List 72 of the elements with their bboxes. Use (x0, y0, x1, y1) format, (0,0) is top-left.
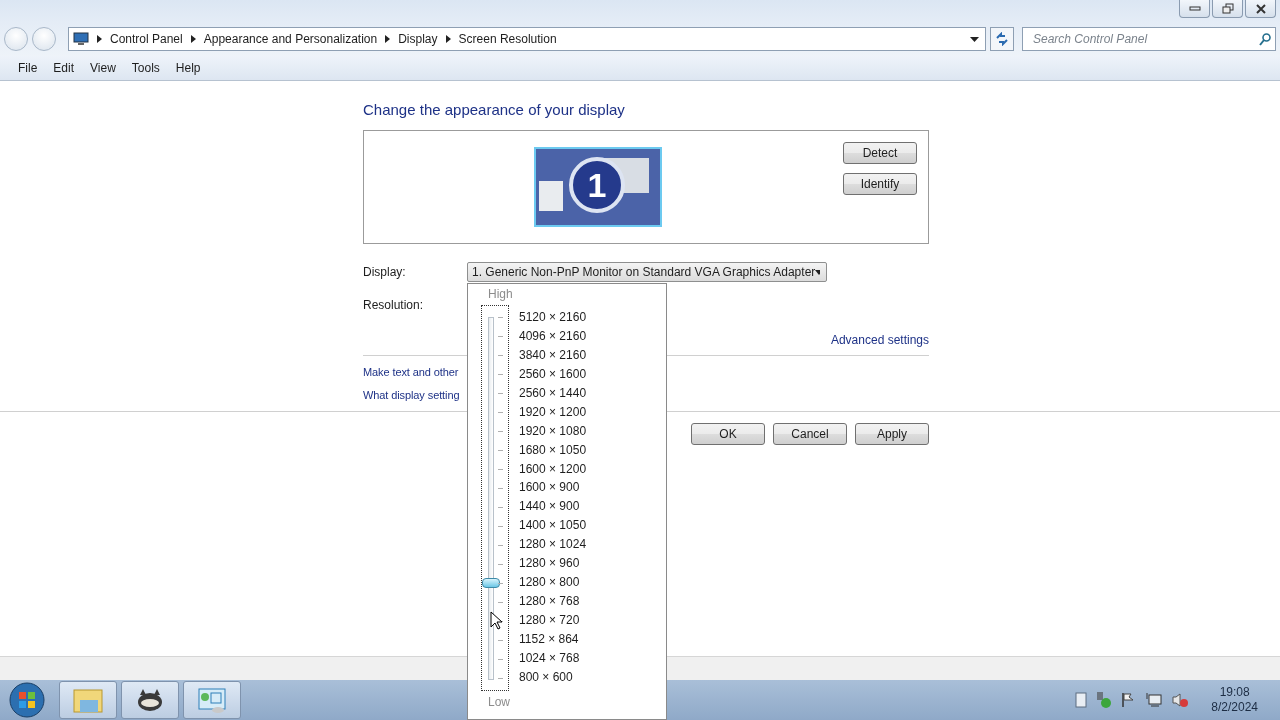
help-link[interactable]: Make text and other (363, 366, 459, 378)
dialog-button[interactable]: Apply (855, 423, 929, 445)
resolution-option[interactable]: 2560 × 1600 (519, 364, 587, 384)
chevron-icon (190, 35, 196, 43)
resolution-option[interactable]: 1280 × 768 (519, 592, 587, 611)
chevron-icon (445, 35, 451, 43)
display-dropdown[interactable]: 1. Generic Non-PnP Monitor on Standard VGA Graphics Adapter (467, 262, 827, 282)
resolution-option[interactable]: 1152 × 864 (519, 629, 587, 649)
caret-icon (815, 269, 820, 275)
resolution-option[interactable]: 4096 × 2160 (519, 326, 587, 346)
resolution-option[interactable]: 5120 × 2160 (519, 308, 587, 327)
minimize-icon (1188, 5, 1201, 12)
document-icon[interactable] (1075, 692, 1088, 708)
address-bar[interactable]: Control Panel Appearance and Personalization Display Screen Resolution (68, 27, 986, 51)
chevron-icon (385, 35, 391, 43)
monitor-drawing[interactable]: 1 (534, 147, 662, 227)
breadcrumb-item[interactable]: Control Panel (110, 32, 183, 46)
resolution-option[interactable]: 1920 × 1200 (519, 402, 587, 422)
menu-item[interactable]: Tools (131, 61, 160, 75)
close-button[interactable] (1245, 0, 1276, 18)
resolution-option[interactable]: 1440 × 900 (519, 497, 587, 517)
refresh-button[interactable] (990, 27, 1014, 51)
page-heading: Change the appearance of your display (363, 101, 626, 118)
clock-date: 8/2/2024 (1211, 700, 1258, 715)
close-icon (1254, 3, 1267, 14)
menu-item[interactable]: File (18, 61, 38, 75)
monitor-button[interactable]: Detect (843, 142, 917, 164)
dialog-button[interactable]: Cancel (773, 423, 847, 445)
monitor-button[interactable]: Identify (843, 173, 917, 195)
chevron-icon (97, 35, 102, 43)
resolution-option[interactable]: 1280 × 800 (519, 573, 587, 593)
breadcrumb-item[interactable]: Screen Resolution (458, 32, 557, 46)
resolution-option[interactable]: 3840 × 2160 (519, 345, 587, 365)
search-box[interactable]: Search Control Panel (1022, 27, 1276, 51)
resolution-option[interactable]: 2560 × 1440 (519, 383, 587, 403)
search-icon[interactable] (1259, 32, 1271, 46)
resolution-option[interactable]: 1280 × 960 (519, 554, 587, 574)
resolution-option[interactable]: 1400 × 1050 (519, 516, 587, 536)
speaker-muted-icon[interactable] (1171, 692, 1190, 708)
restore-icon (1221, 3, 1234, 14)
resolution-option[interactable]: 1280 × 720 (519, 611, 587, 630)
resolution-option[interactable]: 1600 × 1200 (519, 459, 587, 479)
help-link[interactable]: What display setting (363, 389, 460, 401)
resolution-option[interactable]: 1920 × 1080 (519, 421, 587, 441)
search-field[interactable]: Search Control Panel (1031, 31, 1259, 47)
resolution-option[interactable]: 1280 × 1024 (519, 535, 587, 555)
slider-end-label: High (488, 287, 513, 301)
minimize-button[interactable] (1179, 0, 1210, 18)
start-button[interactable] (9, 682, 45, 718)
breadcrumb-item[interactable]: Appearance and Personalization (203, 32, 378, 46)
breadcrumb-item[interactable]: Display (398, 32, 438, 46)
dropdown-arrow-icon[interactable] (970, 36, 979, 42)
dialog-button[interactable]: OK (691, 423, 765, 445)
menu-item[interactable]: Edit (53, 61, 75, 75)
clock-time: 19:08 (1219, 685, 1250, 700)
cursor-icon (490, 611, 502, 630)
menu-item[interactable]: View (90, 61, 116, 75)
slider-thumb[interactable] (482, 578, 500, 589)
clock[interactable]: 19:08 8/2/2024 (1211, 685, 1258, 715)
resolution-option[interactable]: 800 × 600 (519, 667, 587, 687)
resolution-option[interactable]: 1680 × 1050 (519, 440, 587, 460)
resolution-option[interactable]: 1600 × 900 (519, 478, 587, 498)
refresh-icon (995, 32, 1009, 46)
taskbar-app[interactable] (121, 681, 179, 719)
resolution-option[interactable]: 1024 × 768 (519, 648, 587, 668)
slider-end-label: Low (488, 695, 510, 709)
network-icon[interactable] (1145, 692, 1164, 708)
menu-item[interactable]: Help (175, 61, 201, 75)
folder-icon (72, 686, 104, 714)
advanced-settings-link[interactable]: Advanced settings (830, 333, 929, 347)
field-label: Display: (363, 265, 407, 279)
field-label: Resolution: (363, 298, 425, 312)
